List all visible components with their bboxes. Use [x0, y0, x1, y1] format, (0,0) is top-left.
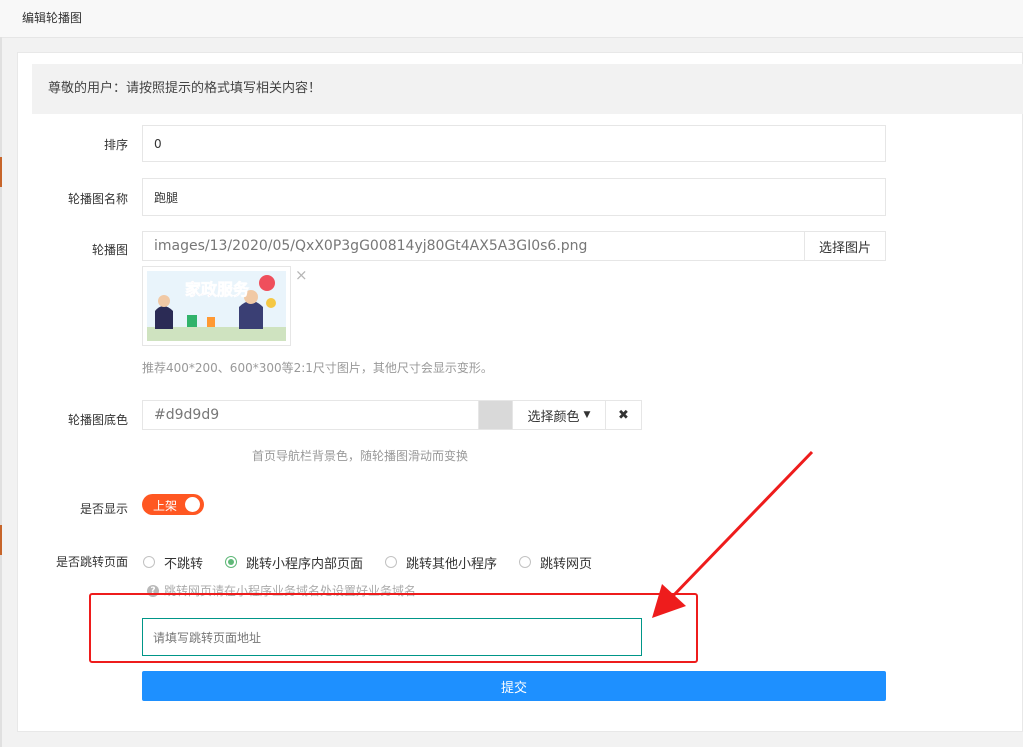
image-path-input[interactable]: images/13/2020/05/QxX0P3gG00814yj80Gt4AX…	[142, 231, 805, 261]
image-thumbnail: 家政服务	[142, 266, 291, 346]
radio-label: 跳转其他小程序	[406, 556, 498, 572]
jump-url-input[interactable]: 请填写跳转页面地址	[142, 618, 642, 656]
display-label: 是否显示	[79, 502, 128, 516]
name-label: 轮播图名称	[67, 192, 128, 206]
sort-label: 排序	[103, 138, 128, 152]
display-switch[interactable]: 上架	[142, 494, 204, 515]
radio-webpage[interactable]: 跳转网页	[519, 553, 592, 572]
radio-other-miniprogram[interactable]: 跳转其他小程序	[385, 553, 497, 572]
choose-color-button[interactable]: 选择颜色 ▼	[512, 400, 606, 430]
jump-label: 是否跳转页面	[55, 555, 128, 569]
radio-label: 不跳转	[164, 556, 204, 572]
remove-image-icon[interactable]: ×	[295, 268, 308, 283]
display-switch-label: 上架	[153, 499, 178, 513]
image-size-hint: 推荐400*200、600*300等2:1尺寸图片，其他尺寸会显示变形。	[142, 361, 493, 375]
radio-circle	[385, 556, 398, 568]
choose-color-label: 选择颜色	[527, 409, 580, 425]
banner-preview-text: 家政服务	[185, 280, 250, 299]
color-swatch[interactable]	[478, 400, 513, 430]
name-input[interactable]: 跑腿	[142, 178, 886, 216]
bg-color-input[interactable]: #d9d9d9	[142, 400, 479, 430]
banner-preview-image: 家政服务	[147, 271, 286, 341]
bg-color-hint: 首页导航栏背景色，随轮播图滑动而变换	[252, 449, 469, 463]
window-titlebar: 编辑轮播图	[0, 0, 1023, 38]
jump-radio-group: 不跳转 跳转小程序内部页面 跳转其他小程序 跳转网页	[143, 553, 614, 572]
image-label: 轮播图	[91, 243, 128, 257]
radio-circle	[519, 556, 532, 568]
radio-circle	[225, 556, 238, 568]
radio-label: 跳转小程序内部页面	[246, 556, 364, 572]
radio-label: 跳转网页	[540, 556, 593, 572]
edge-marker	[0, 157, 2, 187]
caret-down-icon: ▼	[583, 410, 591, 420]
edge-marker	[0, 525, 2, 555]
notice-banner: 尊敬的用户：请按照提示的格式填写相关内容！	[32, 64, 1023, 114]
submit-button[interactable]: 提交	[142, 671, 886, 701]
window-title: 编辑轮播图	[22, 11, 83, 25]
bg-color-label: 轮播图底色	[67, 413, 128, 427]
radio-circle	[143, 556, 155, 568]
radio-internal-page[interactable]: 跳转小程序内部页面	[225, 553, 363, 572]
sort-input[interactable]: 0	[142, 125, 886, 162]
clear-color-icon[interactable]: ✖	[605, 400, 642, 430]
switch-knob	[185, 497, 200, 512]
choose-image-button[interactable]: 选择图片	[804, 231, 886, 261]
radio-no-jump[interactable]: 不跳转	[143, 553, 203, 572]
